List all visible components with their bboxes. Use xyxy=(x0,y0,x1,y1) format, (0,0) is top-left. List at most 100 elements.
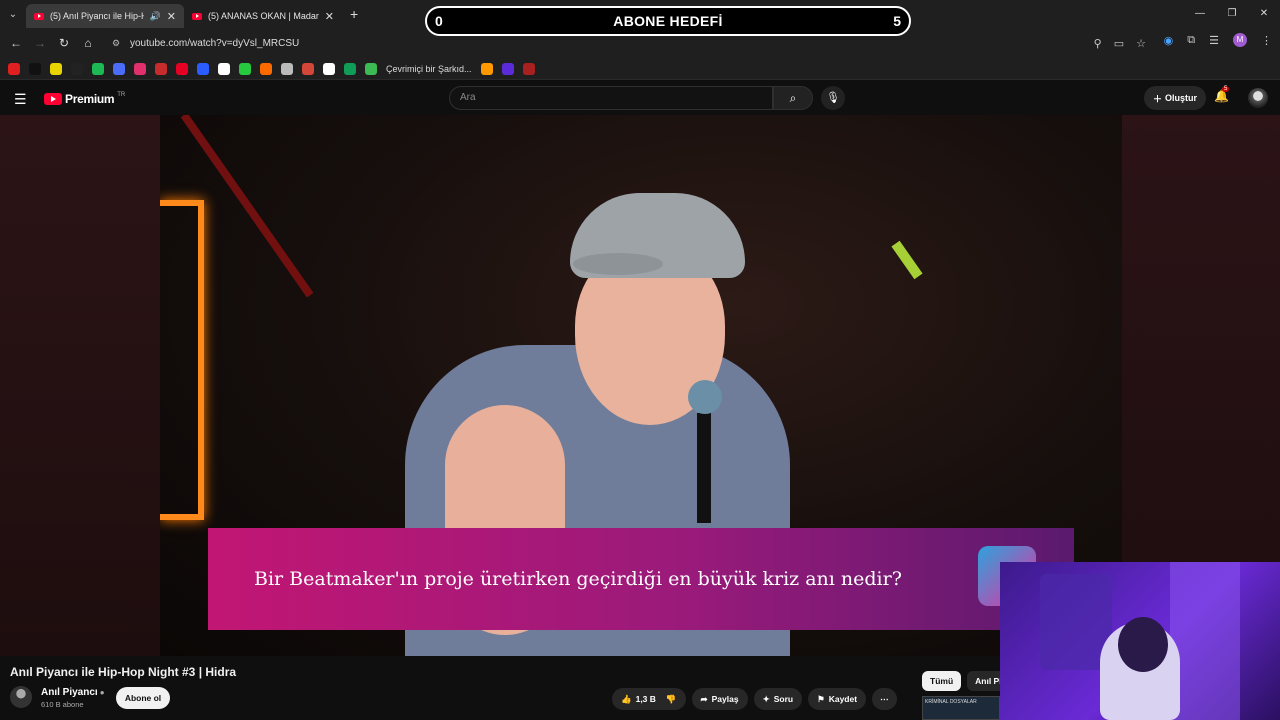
hamburger-menu-icon[interactable]: ☰ xyxy=(14,91,27,108)
streamer-head xyxy=(1118,617,1168,672)
user-avatar[interactable] xyxy=(1248,88,1268,108)
bookmark-icon: ⚑ xyxy=(817,693,825,704)
browser-menu-icon[interactable]: ⋮ xyxy=(1261,34,1272,47)
ask-label: Soru xyxy=(773,694,794,704)
question-caption-banner: Bir Beatmaker'ın proje üretirken geçirdi… xyxy=(208,528,1074,630)
stage-light xyxy=(891,240,923,280)
bookmark-label[interactable]: Çevrimiçi bir Şarkıd... xyxy=(386,64,472,74)
close-tab-icon[interactable]: ✕ xyxy=(167,10,176,23)
extensions-puzzle-icon[interactable]: ⧉ xyxy=(1187,34,1195,47)
bookmark-favicon-icon[interactable] xyxy=(281,62,293,75)
new-tab-button[interactable]: + xyxy=(350,6,358,22)
thumbs-down-icon[interactable]: 👎 xyxy=(666,694,677,705)
thumbnail-text: KRİMİNAL DOSYALAR xyxy=(925,699,977,705)
bookmark-favicon-icon[interactable] xyxy=(29,62,41,75)
youtube-play-icon xyxy=(44,93,62,105)
microphone-head xyxy=(688,380,722,414)
more-actions-button[interactable]: ⋯ xyxy=(872,688,897,710)
channel-avatar[interactable] xyxy=(10,686,32,708)
action-bar: 👍 1,3 B 👎 ➦ Paylaş ✦ Soru ⚑ Kaydet ⋯ xyxy=(612,688,897,710)
minimize-icon[interactable]: — xyxy=(1184,0,1216,28)
close-window-icon[interactable]: ✕ xyxy=(1248,0,1280,28)
site-info-icon[interactable]: ⚙ xyxy=(112,38,124,49)
logo-text: Premium xyxy=(65,92,115,106)
speaker-icon[interactable]: 🔊 xyxy=(150,11,161,22)
like-count: 1,3 B xyxy=(635,694,656,704)
bookmark-favicon-icon[interactable] xyxy=(260,62,272,75)
address-url[interactable]: youtube.com/watch?v=dyVsl_MRCSU xyxy=(130,38,299,49)
extensions-area: ◉ ⧉ ☰ M ⋮ xyxy=(1164,33,1272,47)
youtube-favicon-icon xyxy=(192,12,202,20)
bookmark-favicon-icon[interactable] xyxy=(302,62,314,75)
tab-ananas-okan[interactable]: (5) ANANAS OKAN | Madara Ol ✕ xyxy=(184,4,342,28)
save-button[interactable]: ⚑ Kaydet xyxy=(808,688,867,710)
reading-list-icon[interactable]: ☰ xyxy=(1209,34,1219,47)
bookmark-favicon-icon[interactable] xyxy=(344,62,356,75)
bookmarks-bar: Çevrimiçi bir Şarkıd... xyxy=(0,58,1280,80)
zoom-icon[interactable]: ⚲ xyxy=(1094,37,1102,50)
bookmark-favicon-icon[interactable] xyxy=(218,62,230,75)
youtube-header: ☰ Premium TR Ara ⌕ 🎙 ＋ Oluştur 🔔 5 xyxy=(0,81,1280,115)
bookmark-favicon-icon[interactable] xyxy=(155,62,167,75)
channel-name-row[interactable]: Anıl Piyancı ● xyxy=(41,687,105,698)
country-code: TR xyxy=(117,92,126,98)
subscriber-goal-overlay: 0 ABONE HEDEFİ 5 xyxy=(425,6,911,36)
search-icon: ⌕ xyxy=(789,91,797,105)
bookmark-favicon-icon[interactable] xyxy=(71,62,83,75)
channel-name[interactable]: Anıl Piyancı xyxy=(41,687,98,698)
ask-button[interactable]: ✦ Soru xyxy=(753,688,803,710)
voice-search-button[interactable]: 🎙 xyxy=(821,86,845,110)
bookmark-star-icon[interactable]: ☆ xyxy=(1136,37,1146,50)
bookmark-favicon-icon[interactable] xyxy=(480,62,493,75)
bookmark-favicon-icon[interactable] xyxy=(50,62,62,75)
goal-title: ABONE HEDEFİ xyxy=(613,13,723,29)
home-icon[interactable]: ⌂ xyxy=(76,36,100,50)
webcam-background-object xyxy=(1170,562,1240,720)
reload-icon[interactable]: ↻ xyxy=(52,36,76,50)
like-button[interactable]: 👍 1,3 B 👎 xyxy=(612,688,686,710)
tab-title: (5) Anıl Piyancı ile Hip-Hop xyxy=(50,11,144,21)
restore-icon[interactable]: ❐ xyxy=(1216,0,1248,28)
subscriber-count: 610 B abone xyxy=(41,700,84,709)
tab-title: (5) ANANAS OKAN | Madara Ol xyxy=(208,11,319,21)
search-input[interactable]: Ara xyxy=(449,86,773,110)
microphone-handle xyxy=(697,413,711,523)
tab-anil-piyanci[interactable]: (5) Anıl Piyancı ile Hip-Hop 🔊 ✕ xyxy=(26,4,184,28)
youtube-logo[interactable]: Premium TR xyxy=(44,92,125,106)
verified-icon: ● xyxy=(99,688,105,697)
search-button[interactable]: ⌕ xyxy=(773,86,813,110)
tab-search-chevron-icon[interactable]: ⌄ xyxy=(0,0,26,28)
bookmark-favicon-icon[interactable] xyxy=(239,62,251,75)
cap-brim xyxy=(573,253,663,275)
bookmark-favicon-icon[interactable] xyxy=(134,62,146,75)
cast-icon[interactable]: ▭ xyxy=(1114,37,1124,50)
back-arrow-icon[interactable]: ← xyxy=(4,36,28,50)
bookmark-favicon-icon[interactable] xyxy=(92,62,104,75)
recommended-video-thumbnail[interactable]: KRİMİNAL DOSYALAR xyxy=(922,696,1000,720)
microphone-icon: 🎙 xyxy=(826,92,840,104)
caption-text: Bir Beatmaker'ın proje üretirken geçirdi… xyxy=(254,568,902,590)
close-tab-icon[interactable]: ✕ xyxy=(325,10,334,23)
sparkle-icon: ✦ xyxy=(762,693,770,704)
extension-icon[interactable]: ◉ xyxy=(1164,34,1174,47)
bookmark-favicon-icon[interactable] xyxy=(113,62,125,75)
bookmark-favicon-icon[interactable] xyxy=(8,62,20,75)
profile-avatar[interactable]: M xyxy=(1233,33,1247,47)
notifications-button[interactable]: 🔔 5 xyxy=(1214,86,1230,103)
bookmark-favicon-icon[interactable] xyxy=(522,62,535,75)
bookmark-favicon-icon[interactable] xyxy=(501,62,514,75)
create-button[interactable]: ＋ Oluştur xyxy=(1144,86,1206,110)
forward-arrow-icon[interactable]: → xyxy=(28,36,52,50)
share-button[interactable]: ➦ Paylaş xyxy=(691,688,748,710)
bookmark-favicon-icon[interactable] xyxy=(323,62,335,75)
video-player[interactable]: Bir Beatmaker'ın proje üretirken geçirdi… xyxy=(160,115,1122,656)
bookmark-favicon-icon[interactable] xyxy=(176,62,188,75)
goal-current-value: 0 xyxy=(435,13,443,29)
window-controls: — ❐ ✕ xyxy=(1184,0,1280,28)
bookmark-favicon-icon[interactable] xyxy=(365,62,377,75)
share-label: Paylaş xyxy=(711,694,739,704)
subscribe-button[interactable]: Abone ol xyxy=(116,687,170,709)
plus-icon: ＋ xyxy=(1152,93,1162,104)
chip-all[interactable]: Tümü xyxy=(922,671,962,691)
bookmark-favicon-icon[interactable] xyxy=(197,62,209,75)
